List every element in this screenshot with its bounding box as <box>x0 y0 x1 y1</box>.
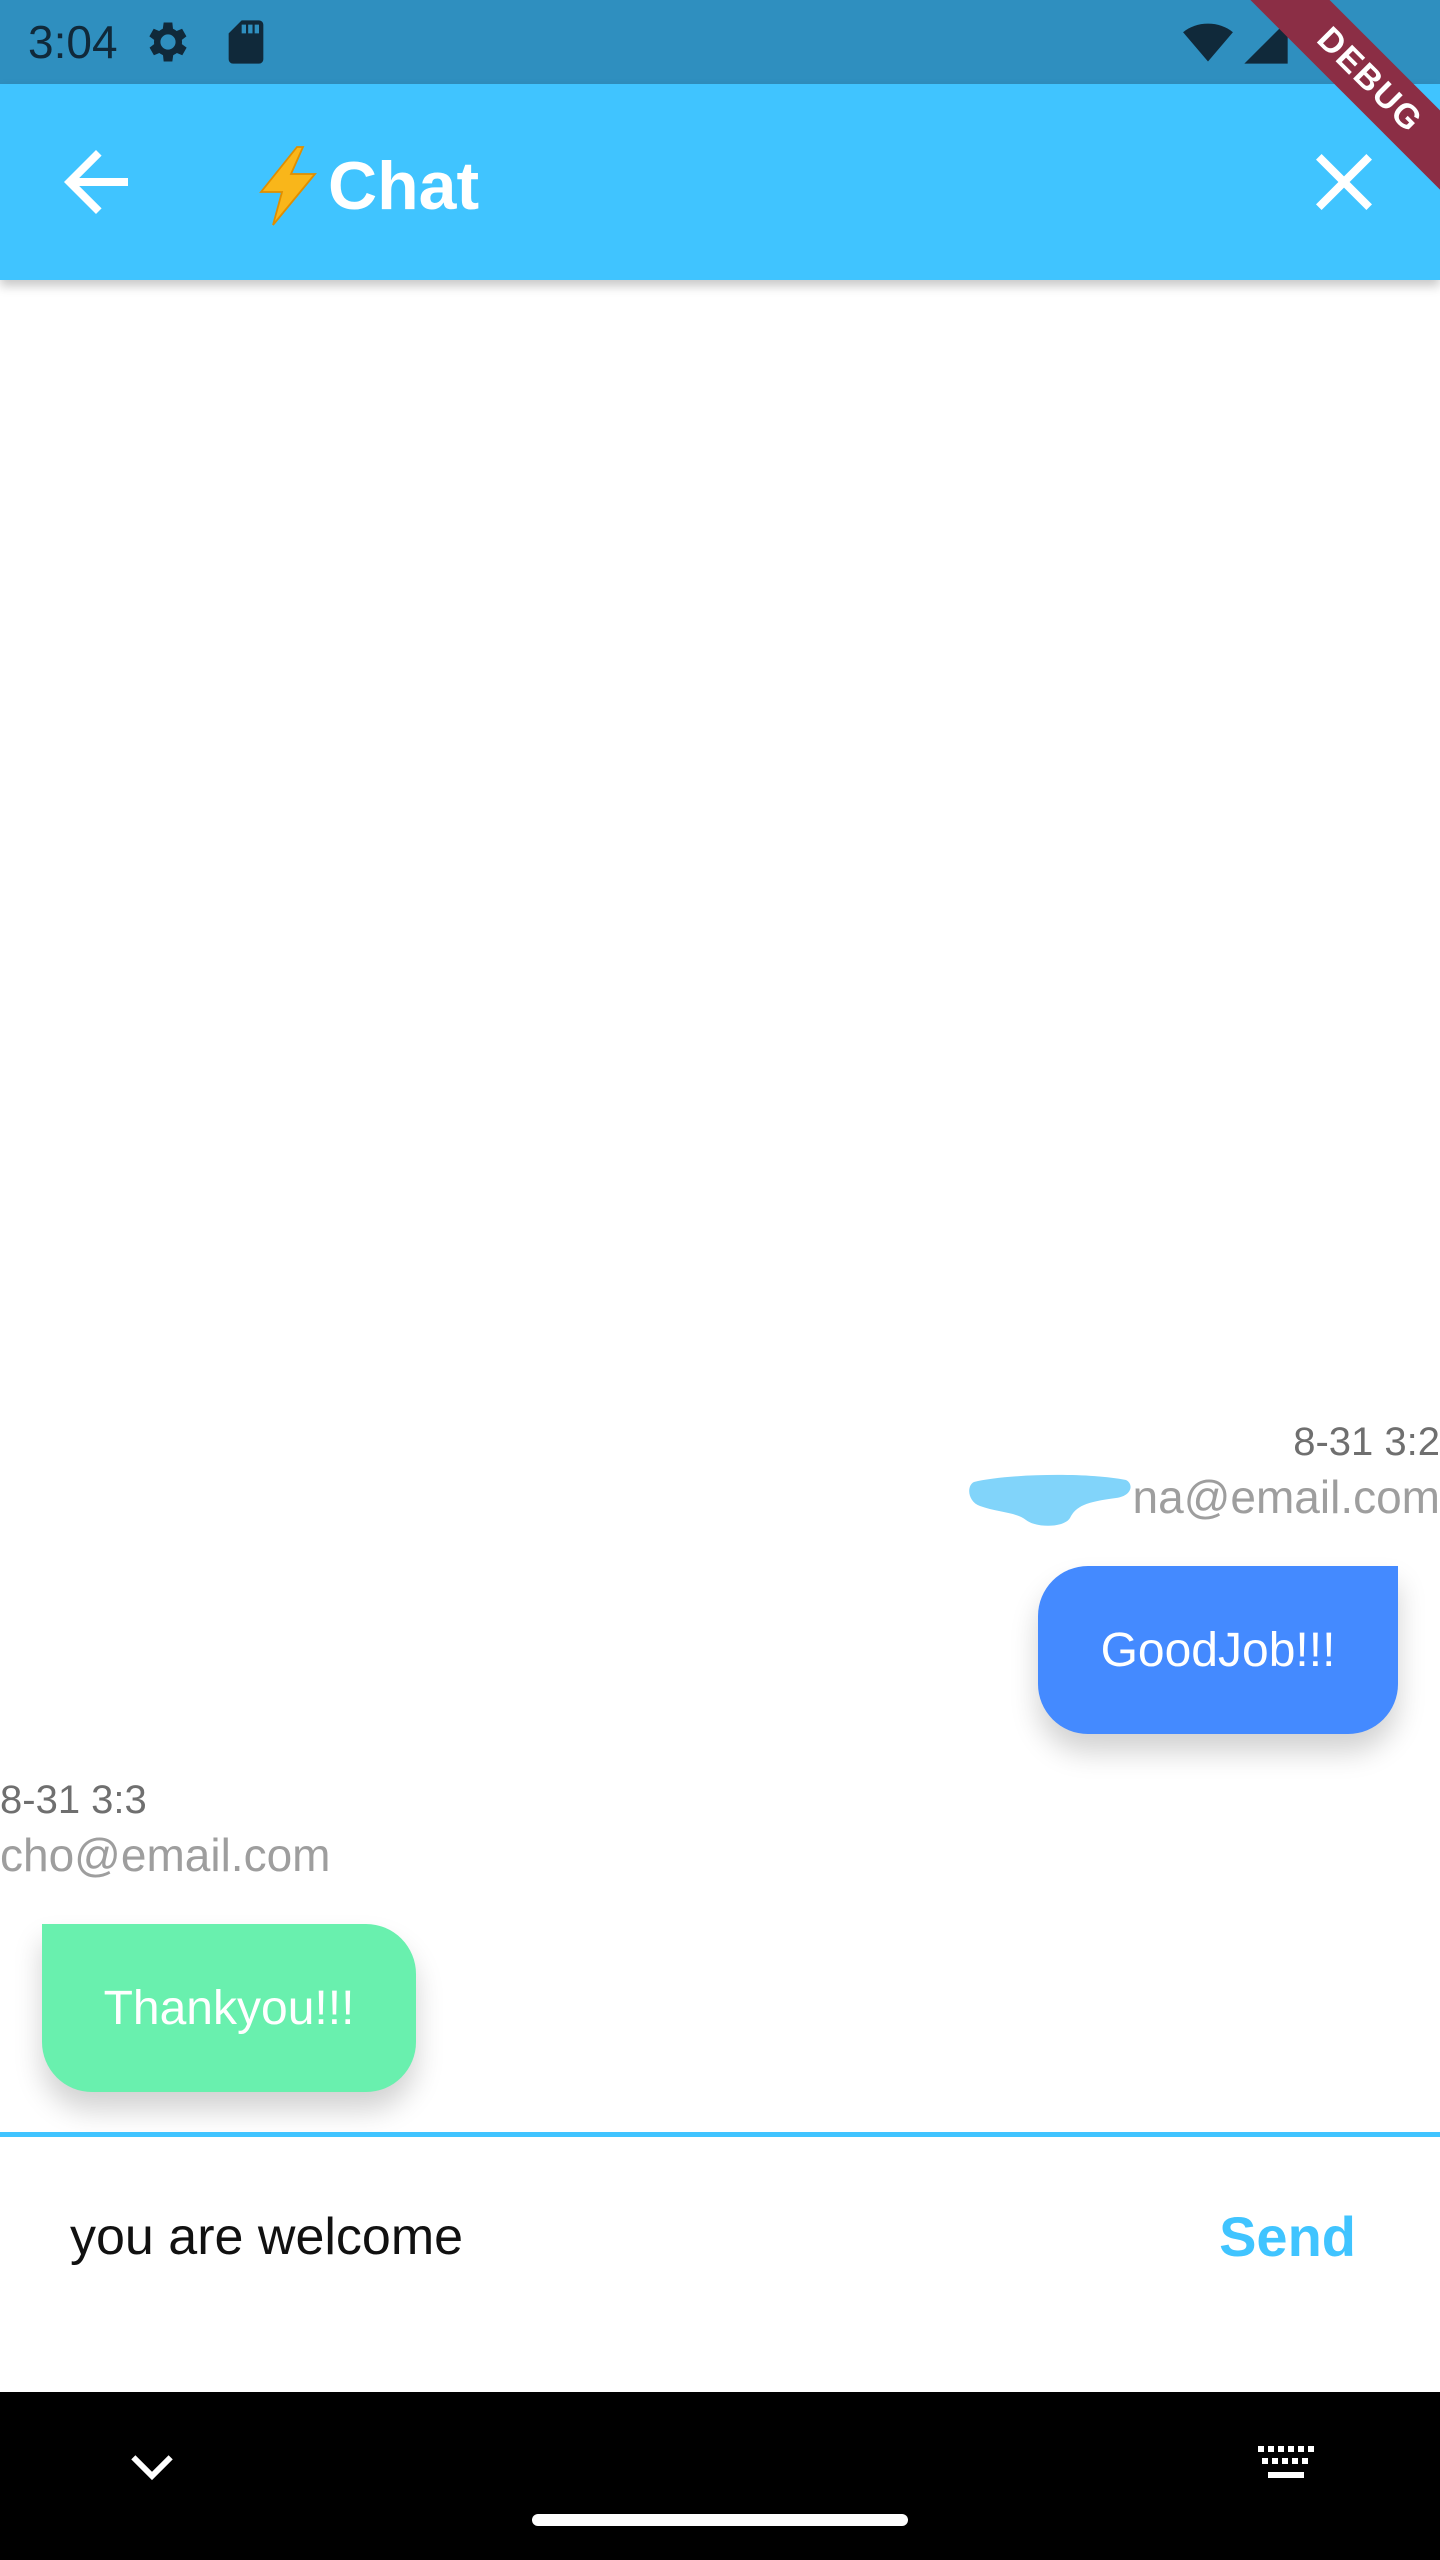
received-message-sender: cho@email.com <box>0 1829 331 1881</box>
app-title-text: Chat <box>328 148 480 224</box>
app-bar: Chat <box>0 84 1440 280</box>
close-icon <box>1316 154 1372 210</box>
chevron-down-icon[interactable] <box>120 2436 184 2500</box>
sent-message-bubble: GoodJob!!! <box>1038 1566 1398 1734</box>
message-composer: Send <box>0 2132 1440 2397</box>
wifi-icon <box>1182 16 1234 68</box>
lightning-bolt-icon <box>252 144 324 228</box>
keyboard-icon[interactable] <box>1256 2442 1316 2486</box>
send-button[interactable]: Send <box>1219 2201 1356 2273</box>
received-message-text: Thankyou!!! <box>103 1981 355 2035</box>
back-button[interactable] <box>48 134 144 230</box>
settings-icon <box>142 16 194 68</box>
home-handle[interactable] <box>532 2514 908 2526</box>
received-message-timestamp: 8-31 3:3 <box>0 1778 147 1822</box>
received-message-bubble: Thankyou!!! <box>42 1924 416 2092</box>
sent-message-timestamp: 8-31 3:2 <box>1293 1420 1440 1464</box>
redaction-scribble <box>966 1472 1134 1530</box>
message-input[interactable] <box>70 2197 1070 2277</box>
chat-screen: 3:04 Chat DEBUG 8-31 3:2 na@email.com Go… <box>0 0 1440 2560</box>
sent-message-text: GoodJob!!! <box>1100 1623 1336 1677</box>
status-bar: 3:04 <box>0 0 1440 84</box>
arrow-back-icon <box>64 150 128 214</box>
app-title: Chat <box>252 144 479 228</box>
sent-message-sender: na@email.com <box>1132 1471 1440 1523</box>
status-time: 3:04 <box>28 16 118 68</box>
close-button[interactable] <box>1296 134 1392 230</box>
system-nav-bar <box>0 2392 1440 2560</box>
sd-card-icon <box>220 16 272 68</box>
